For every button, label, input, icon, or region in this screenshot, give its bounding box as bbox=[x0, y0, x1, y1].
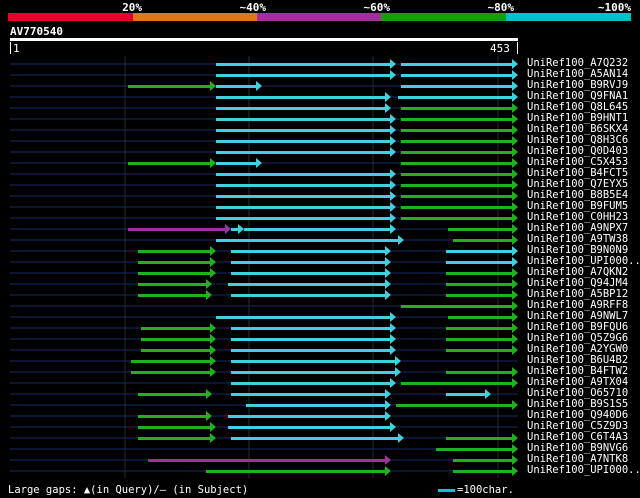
alignment-segment[interactable] bbox=[448, 224, 518, 234]
alignment-segment[interactable] bbox=[128, 224, 231, 234]
alignment-segment[interactable] bbox=[131, 367, 216, 377]
alignment-segment[interactable] bbox=[216, 213, 396, 223]
alignment-segment[interactable] bbox=[401, 158, 518, 168]
alignment-segment[interactable] bbox=[446, 323, 518, 333]
alignment-segment[interactable] bbox=[231, 323, 396, 333]
alignment-segment[interactable] bbox=[148, 455, 391, 465]
alignment-segment[interactable] bbox=[216, 136, 396, 146]
alignment-segment[interactable] bbox=[231, 257, 391, 267]
alignment-segment[interactable] bbox=[228, 279, 391, 289]
scale-legend-text: =100char. bbox=[457, 484, 514, 496]
alignment-segment[interactable] bbox=[401, 114, 518, 124]
alignment-segment[interactable] bbox=[216, 70, 396, 80]
alignment-segment[interactable] bbox=[453, 466, 518, 476]
alignment-segment[interactable] bbox=[216, 180, 396, 190]
alignment-segment[interactable] bbox=[138, 422, 216, 432]
alignment-segment[interactable] bbox=[216, 81, 262, 91]
alignment-segment[interactable] bbox=[446, 367, 518, 377]
alignment-segment[interactable] bbox=[446, 268, 518, 278]
alignment-segment[interactable] bbox=[231, 378, 396, 388]
alignment-segment[interactable] bbox=[128, 81, 216, 91]
alignment-segment[interactable] bbox=[231, 246, 391, 256]
alignment-segment[interactable] bbox=[453, 235, 518, 245]
alignment-segment[interactable] bbox=[446, 290, 518, 300]
alignment-segment[interactable] bbox=[401, 70, 518, 80]
alignment-segment[interactable] bbox=[216, 202, 396, 212]
alignment-segment[interactable] bbox=[216, 235, 404, 245]
alignment-segment[interactable] bbox=[401, 59, 518, 69]
alignment-segment[interactable] bbox=[141, 323, 216, 333]
alignment-segment[interactable] bbox=[216, 114, 396, 124]
scale-bar bbox=[438, 488, 455, 492]
alignment-segment[interactable] bbox=[141, 345, 216, 355]
gap-legend: Large gaps: ▲(in Query)/– (in Subject) bbox=[8, 484, 249, 496]
alignment-segment[interactable] bbox=[216, 158, 262, 168]
alignment-segment[interactable] bbox=[401, 81, 518, 91]
alignment-segment[interactable] bbox=[401, 103, 518, 113]
alignment-segment[interactable] bbox=[138, 433, 216, 443]
alignment-segment[interactable] bbox=[401, 378, 518, 388]
alignment-segment[interactable] bbox=[446, 246, 518, 256]
alignment-segment[interactable] bbox=[446, 279, 518, 289]
alignment-segment[interactable] bbox=[206, 466, 391, 476]
alignment-segment[interactable] bbox=[401, 301, 518, 311]
alignment-segment[interactable] bbox=[246, 400, 391, 410]
alignment-segment[interactable] bbox=[401, 169, 518, 179]
alignment-segment[interactable] bbox=[216, 125, 396, 135]
alignment-segment[interactable] bbox=[138, 279, 212, 289]
alignment-segment[interactable] bbox=[231, 268, 391, 278]
alignment-segment[interactable] bbox=[228, 422, 396, 432]
alignment-segment[interactable] bbox=[138, 411, 212, 421]
alignment-segment[interactable] bbox=[401, 202, 518, 212]
alignment-segment[interactable] bbox=[216, 169, 396, 179]
alignment-segment[interactable] bbox=[216, 103, 391, 113]
alignment-segment[interactable] bbox=[453, 455, 518, 465]
alignment-segment[interactable] bbox=[446, 345, 518, 355]
alignment-segment[interactable] bbox=[216, 59, 396, 69]
alignment-segment[interactable] bbox=[401, 147, 518, 157]
alignment-segment[interactable] bbox=[398, 92, 518, 102]
alignment-segment[interactable] bbox=[446, 334, 518, 344]
alignment-segment[interactable] bbox=[396, 400, 518, 410]
alignment-segment[interactable] bbox=[231, 433, 404, 443]
alignment-segment[interactable] bbox=[448, 312, 518, 322]
hit-label[interactable]: UniRef100_UPI000.. bbox=[527, 465, 640, 476]
alignment-segment[interactable] bbox=[446, 433, 518, 443]
alignment-segment[interactable] bbox=[401, 180, 518, 190]
alignment-segment[interactable] bbox=[138, 257, 216, 267]
alignment-segment[interactable] bbox=[231, 334, 396, 344]
alignment-segment[interactable] bbox=[231, 367, 401, 377]
alignment-segment[interactable] bbox=[231, 356, 401, 366]
alignment-segment[interactable] bbox=[401, 125, 518, 135]
alignment-segment[interactable] bbox=[216, 92, 391, 102]
alignment-segment[interactable] bbox=[216, 312, 396, 322]
alignment-segment[interactable] bbox=[231, 224, 244, 234]
alignment-segment[interactable] bbox=[446, 389, 491, 399]
alignment-segment[interactable] bbox=[401, 191, 518, 201]
alignment-segment[interactable] bbox=[231, 345, 396, 355]
alignment-segment[interactable] bbox=[138, 389, 212, 399]
alignment-segment[interactable] bbox=[128, 158, 216, 168]
alignment-segment[interactable] bbox=[401, 213, 518, 223]
alignment-segment[interactable] bbox=[216, 147, 396, 157]
alignment-segment[interactable] bbox=[216, 191, 396, 201]
alignment-segment[interactable] bbox=[436, 444, 518, 454]
scale-legend: =100char. bbox=[438, 484, 514, 496]
alignment-segment[interactable] bbox=[446, 257, 518, 267]
alignment-segment[interactable] bbox=[231, 290, 391, 300]
alignment-segment[interactable] bbox=[138, 246, 216, 256]
alignment-segment[interactable] bbox=[138, 290, 212, 300]
alignment-segment[interactable] bbox=[231, 389, 391, 399]
alignment-segment[interactable] bbox=[131, 356, 216, 366]
alignment-segment[interactable] bbox=[141, 334, 216, 344]
alignment-segment[interactable] bbox=[401, 136, 518, 146]
alignment-segment[interactable] bbox=[138, 268, 216, 278]
alignment-segment[interactable] bbox=[228, 411, 391, 421]
